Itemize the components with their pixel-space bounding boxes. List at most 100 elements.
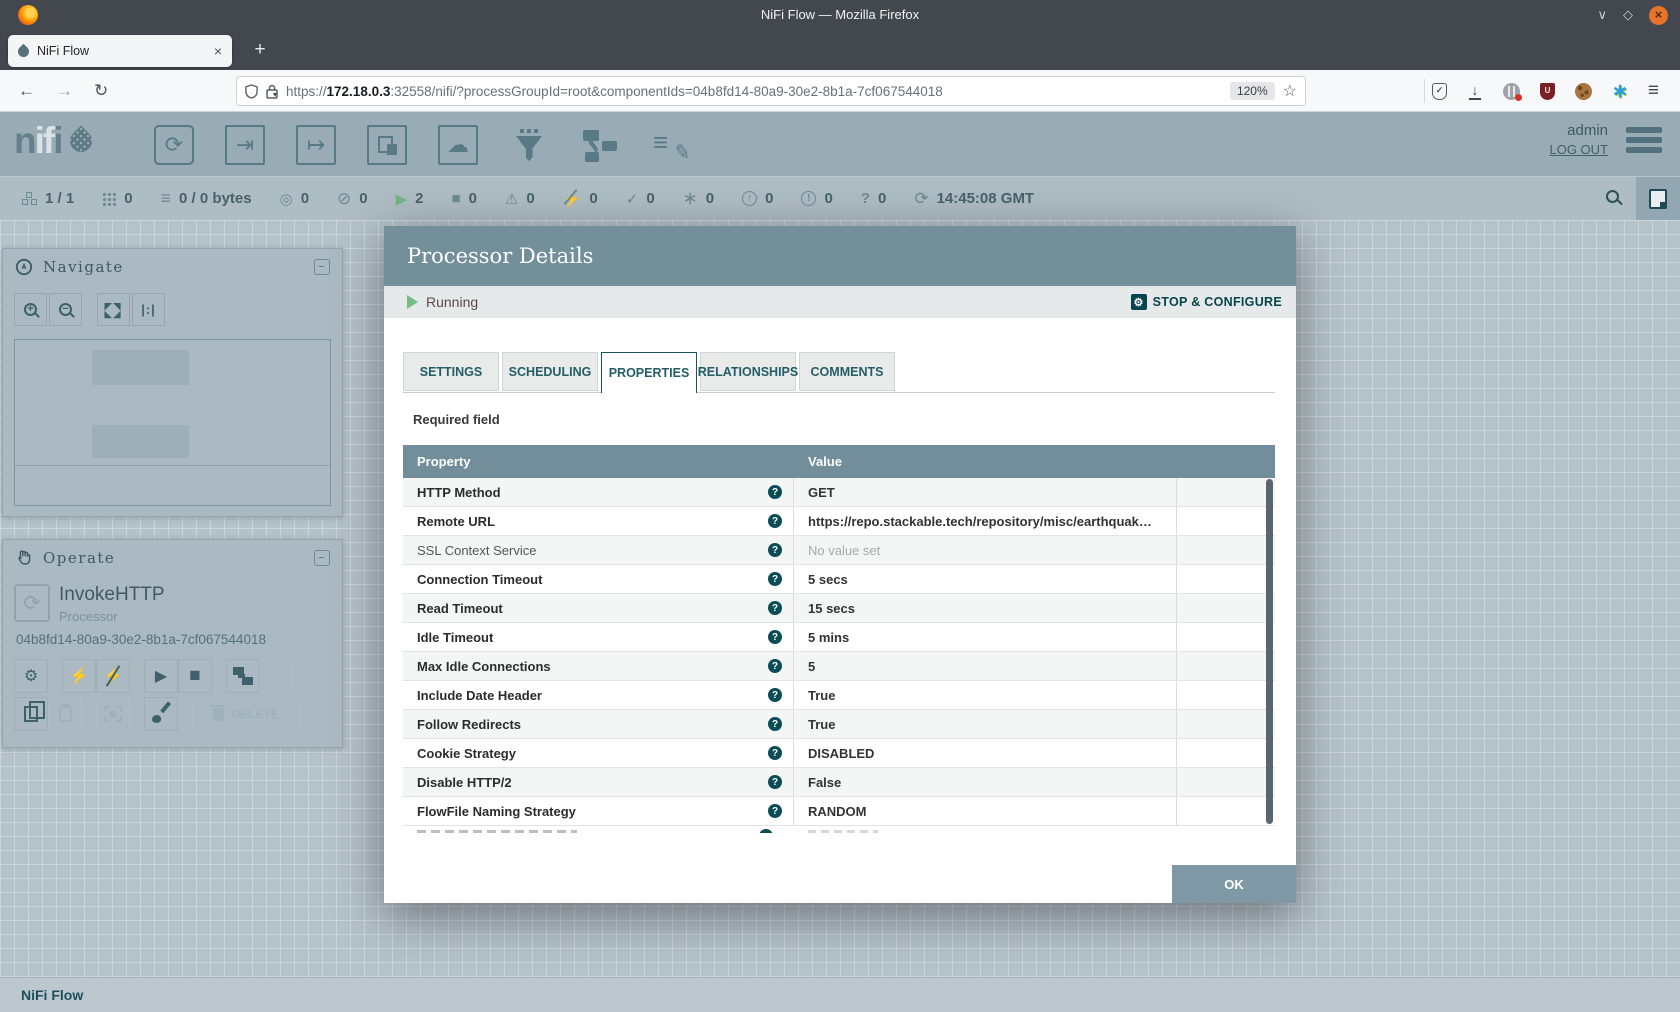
cookie-extension-icon[interactable] <box>1575 83 1592 100</box>
delete-button[interactable]: DELETE <box>192 697 300 731</box>
tab-comments[interactable]: COMMENTS <box>799 352 895 391</box>
status-transmitting: 0 <box>280 190 309 208</box>
new-tab-button[interactable] <box>246 36 274 64</box>
shield-check-extension-icon[interactable]: ✓ <box>1432 83 1447 100</box>
page-zoom-badge[interactable]: 120% <box>1230 82 1275 100</box>
help-icon[interactable]: ? <box>768 543 782 557</box>
help-icon[interactable]: ? <box>768 688 782 702</box>
logo-letter: i <box>35 120 43 162</box>
browser-menu-icon[interactable] <box>1648 80 1659 102</box>
tab-settings[interactable]: SETTINGS <box>403 352 499 391</box>
back-button[interactable] <box>18 70 35 112</box>
help-icon[interactable]: ? <box>768 514 782 528</box>
disable-button[interactable] <box>96 659 130 693</box>
sparkle-extension-icon[interactable] <box>1612 80 1628 103</box>
processor-icon <box>154 125 194 165</box>
status-connected-nodes: 1 / 1 <box>22 190 74 207</box>
zoom-in-button[interactable]: + <box>14 293 47 326</box>
lock-warning-icon[interactable] <box>266 84 278 99</box>
window-minimize-icon[interactable] <box>1597 7 1607 23</box>
group-button[interactable] <box>96 697 130 731</box>
url-bar[interactable]: https://172.18.0.3:32558/nifi/?processGr… <box>236 76 1306 106</box>
help-icon[interactable]: ? <box>768 485 782 499</box>
birdseye-minimap[interactable] <box>14 339 331 506</box>
bookmark-star-icon[interactable] <box>1283 81 1297 101</box>
start-button[interactable] <box>144 659 178 693</box>
fit-icon: ◤◥◣◢ <box>105 302 123 318</box>
enable-button[interactable] <box>62 659 96 693</box>
tab-close-icon[interactable] <box>214 43 222 59</box>
help-icon[interactable]: ? <box>768 775 782 789</box>
zoom-out-button[interactable]: − <box>49 293 82 326</box>
minimap-viewport-line <box>15 465 330 466</box>
refresh-icon[interactable] <box>914 189 928 209</box>
ublock-extension-icon[interactable]: U <box>1540 83 1555 100</box>
tab-properties[interactable]: PROPERTIES <box>601 352 697 393</box>
hand-icon <box>15 549 33 567</box>
remote-process-group-tool[interactable] <box>436 124 480 166</box>
help-icon[interactable]: ? <box>768 804 782 818</box>
property-row: Disable HTTP/2? False <box>403 768 1275 797</box>
selected-component-id: 04b8fd14-80a9-30e2-8b1a-7cf067544018 <box>16 632 266 647</box>
downloads-icon[interactable] <box>1467 82 1483 100</box>
collapse-navigate-button[interactable] <box>314 259 330 275</box>
processor-tool[interactable] <box>152 124 196 166</box>
reload-button[interactable] <box>94 70 108 112</box>
remote-process-group-icon <box>438 125 478 165</box>
table-scrollbar[interactable] <box>1266 479 1273 824</box>
paste-button[interactable] <box>48 697 82 731</box>
global-menu-icon[interactable] <box>1626 127 1662 157</box>
change-version-button[interactable] <box>260 659 294 693</box>
tracking-shield-icon[interactable] <box>245 84 258 99</box>
help-icon[interactable]: ? <box>768 717 782 731</box>
minimap-processor <box>92 425 189 458</box>
output-port-tool[interactable] <box>294 124 338 166</box>
save-flow-version-button[interactable] <box>226 659 260 693</box>
url-scheme: https:// <box>286 84 327 99</box>
help-icon[interactable]: ? <box>768 746 782 760</box>
zoom-fit-button[interactable]: ◤◥◣◢ <box>97 293 130 326</box>
component-toolbar <box>152 124 693 166</box>
actual-size-button[interactable]: |:| <box>132 293 165 326</box>
help-icon[interactable]: ? <box>768 572 782 586</box>
tab-relationships[interactable]: RELATIONSHIPS <box>700 352 796 391</box>
help-icon[interactable]: ? <box>768 659 782 673</box>
process-group-icon <box>367 125 407 165</box>
breadcrumb-label: NiFi Flow <box>21 987 83 1003</box>
logout-link[interactable]: LOG OUT <box>1549 142 1608 157</box>
ok-button[interactable]: OK <box>1172 865 1296 903</box>
navigate-header: Navigate <box>3 249 342 280</box>
trash-icon <box>213 708 224 721</box>
help-icon[interactable]: ? <box>768 630 782 644</box>
property-row: HTTP Method? GET <box>403 478 1275 507</box>
template-tool[interactable] <box>578 124 622 166</box>
tab-scheduling[interactable]: SCHEDULING <box>502 352 598 391</box>
configure-button[interactable] <box>14 659 48 693</box>
breadcrumb[interactable]: NiFi Flow <box>0 977 1680 1012</box>
copy-button[interactable] <box>14 697 48 731</box>
help-icon[interactable]: ? <box>768 601 782 615</box>
dialog-tabs: SETTINGS SCHEDULING PROPERTIES RELATIONS… <box>403 352 895 393</box>
funnel-tool[interactable] <box>507 124 551 166</box>
toolbar-divider <box>1424 79 1425 103</box>
input-port-tool[interactable] <box>223 124 267 166</box>
collapse-operate-button[interactable] <box>314 550 330 566</box>
url-path: :32558/nifi/?processGroupId=root&compone… <box>390 84 942 99</box>
panel-toggle-button[interactable] <box>1636 177 1680 221</box>
forward-button[interactable] <box>56 70 73 112</box>
input-port-icon <box>225 125 265 165</box>
nifi-logo: nifi <box>14 120 92 162</box>
property-row: Connection Timeout? 5 secs <box>403 565 1275 594</box>
stop-button[interactable] <box>178 659 212 693</box>
stop-and-configure-button[interactable]: STOP & CONFIGURE <box>1131 294 1282 310</box>
window-restore-icon[interactable] <box>1623 7 1633 23</box>
search-button[interactable] <box>1606 190 1624 208</box>
window-close-button[interactable] <box>1649 6 1668 25</box>
color-button[interactable] <box>144 697 178 731</box>
browser-tab[interactable]: NiFi Flow <box>8 35 232 67</box>
extension-circle-icon[interactable] <box>1503 83 1520 100</box>
selected-component-name: InvokeHTTP <box>59 584 165 606</box>
process-group-tool[interactable] <box>365 124 409 166</box>
dialog-title: Processor Details <box>407 244 593 268</box>
label-tool[interactable] <box>649 124 693 166</box>
